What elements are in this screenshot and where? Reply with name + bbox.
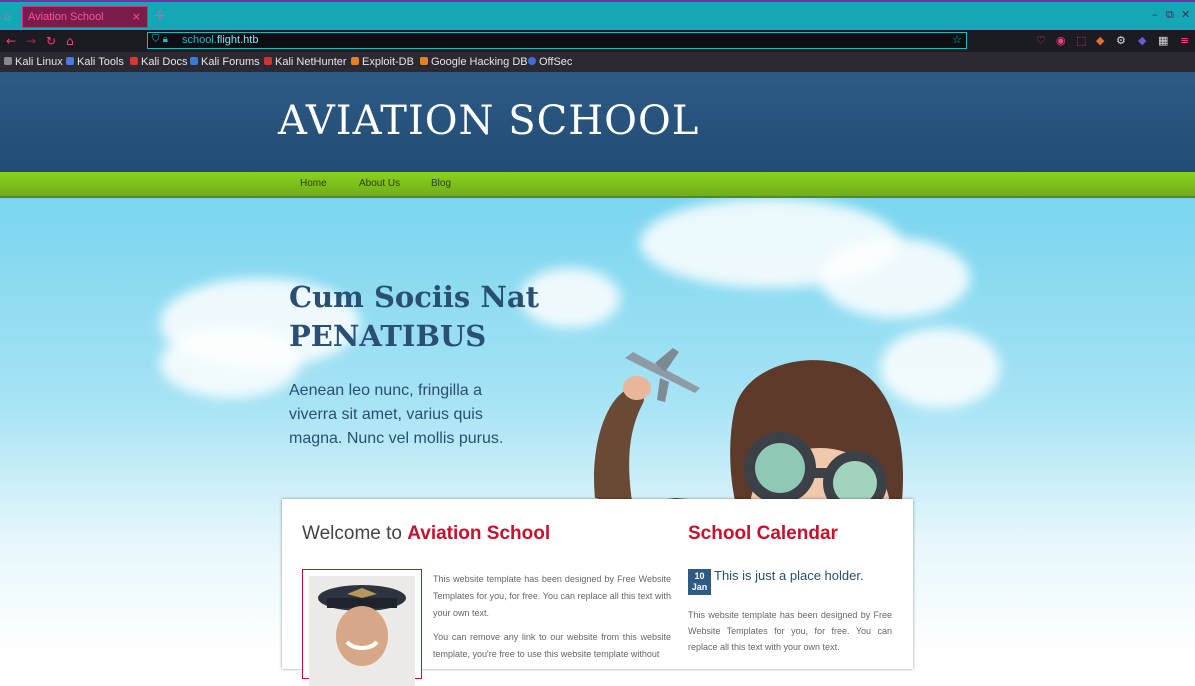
- foxyproxy-icon[interactable]: ◆: [1096, 34, 1104, 47]
- calendar-addon-icon[interactable]: ▦: [1158, 34, 1168, 47]
- forward-icon[interactable]: →: [26, 34, 36, 48]
- bookmark-offsec[interactable]: OffSec: [528, 56, 572, 68]
- nav-about-us[interactable]: About Us: [359, 178, 400, 189]
- tab-title: Aviation School: [28, 11, 104, 23]
- pilot-photo: [309, 576, 415, 686]
- event-title[interactable]: This is just a place holder.: [714, 568, 864, 583]
- reload-icon[interactable]: ↻: [46, 34, 56, 48]
- address-bar[interactable]: ⛉ 🔒︎ school.flight.htb ☆: [147, 32, 967, 49]
- cloud-shape: [820, 238, 970, 318]
- bookmark-exploit-db[interactable]: Exploit-DB: [351, 56, 414, 68]
- bookmark-kali-linux[interactable]: Kali Linux: [4, 56, 63, 68]
- nav-home[interactable]: Home: [300, 178, 327, 189]
- bookmark-kali-nethunter[interactable]: Kali NetHunter: [264, 56, 347, 68]
- calendar-paragraph: This website template has been designed …: [688, 610, 892, 652]
- navigation-toolbar: ← → ↻ ⌂ ⛉ 🔒︎ school.flight.htb ☆ ♡ ◉ ⬚ ◆…: [0, 30, 1195, 52]
- bookmark-google-hacking-db[interactable]: Google Hacking DB: [420, 56, 528, 68]
- browser-tab[interactable]: Aviation School ×: [22, 6, 148, 28]
- close-window-button[interactable]: ✕: [1181, 8, 1190, 21]
- back-icon[interactable]: ←: [6, 34, 16, 48]
- new-tab-button[interactable]: +: [154, 8, 166, 24]
- calendar-heading: School Calendar: [688, 523, 838, 544]
- home-icon[interactable]: ⌂: [66, 34, 74, 48]
- browser-tab-strip: ⌂ Aviation School × + – ⧉ ✕: [0, 0, 1195, 30]
- bookmark-kali-tools[interactable]: Kali Tools: [66, 56, 124, 68]
- restore-button[interactable]: ⧉: [1166, 8, 1174, 22]
- site-header: AVIATION SCHOOL: [0, 72, 1195, 172]
- bookmark-kali-docs[interactable]: Kali Docs: [130, 56, 187, 68]
- minimize-button[interactable]: –: [1152, 8, 1158, 21]
- addon-icon[interactable]: ◆: [1138, 34, 1146, 47]
- welcome-paragraph: You can remove any link to our website f…: [433, 632, 671, 659]
- menu-icon[interactable]: ≡: [1180, 34, 1189, 47]
- hero-text: Aenean leo nunc, fringilla a viverra sit…: [289, 382, 504, 447]
- url-text: school.flight.htb: [182, 34, 259, 46]
- bookmark-kali-forums[interactable]: Kali Forums: [190, 56, 260, 68]
- event-date-badge: 10 Jan: [688, 569, 711, 595]
- tab-close-icon[interactable]: ×: [132, 10, 141, 23]
- site-logo[interactable]: AVIATION SCHOOL: [278, 98, 699, 144]
- content-panel: Welcome to Aviation School This website …: [282, 499, 913, 686]
- pocket-icon[interactable]: ♡: [1036, 34, 1046, 47]
- firefox-view-icon[interactable]: ⌂: [4, 10, 11, 23]
- cloud-shape: [160, 328, 300, 398]
- account-icon[interactable]: ◉: [1056, 34, 1066, 47]
- welcome-paragraph: This website template has been designed …: [433, 574, 671, 618]
- main-menu: Home About Us Blog: [0, 172, 1195, 198]
- hero-heading: Cum Sociis Nat PENATIBUS: [289, 280, 540, 353]
- bookmark-star-icon[interactable]: ☆: [952, 33, 962, 46]
- extensions-icon[interactable]: ⬚: [1076, 34, 1086, 47]
- pilot-photo-frame: [302, 569, 422, 686]
- wappalyzer-icon[interactable]: ⚙: [1116, 34, 1126, 47]
- welcome-heading: Welcome to Aviation School: [302, 523, 551, 544]
- lock-icon: ⛉ 🔒︎: [152, 34, 168, 45]
- nav-blog[interactable]: Blog: [431, 178, 451, 189]
- bookmarks-toolbar: Kali Linux Kali Tools Kali Docs Kali For…: [0, 52, 1195, 72]
